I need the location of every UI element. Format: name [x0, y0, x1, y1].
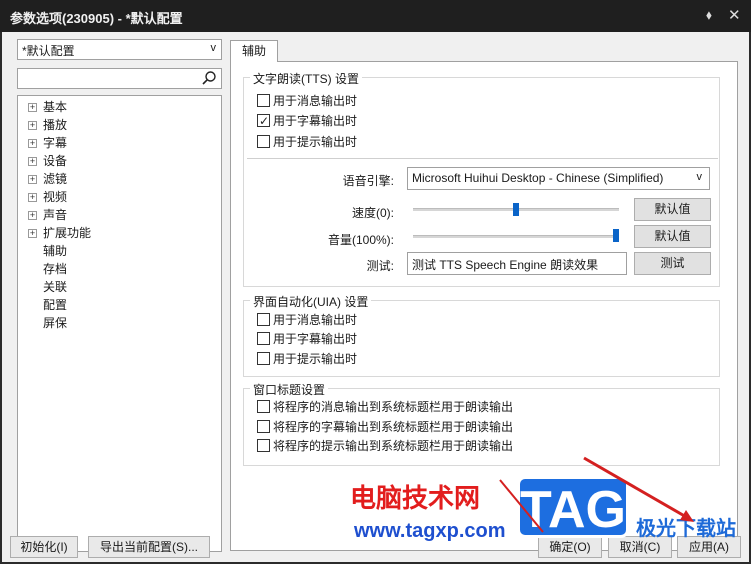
arrow-line — [583, 456, 689, 520]
tab-accessibility[interactable]: 辅助 — [230, 40, 278, 62]
arrow-line — [499, 479, 544, 533]
annotation-arrows — [499, 456, 694, 533]
